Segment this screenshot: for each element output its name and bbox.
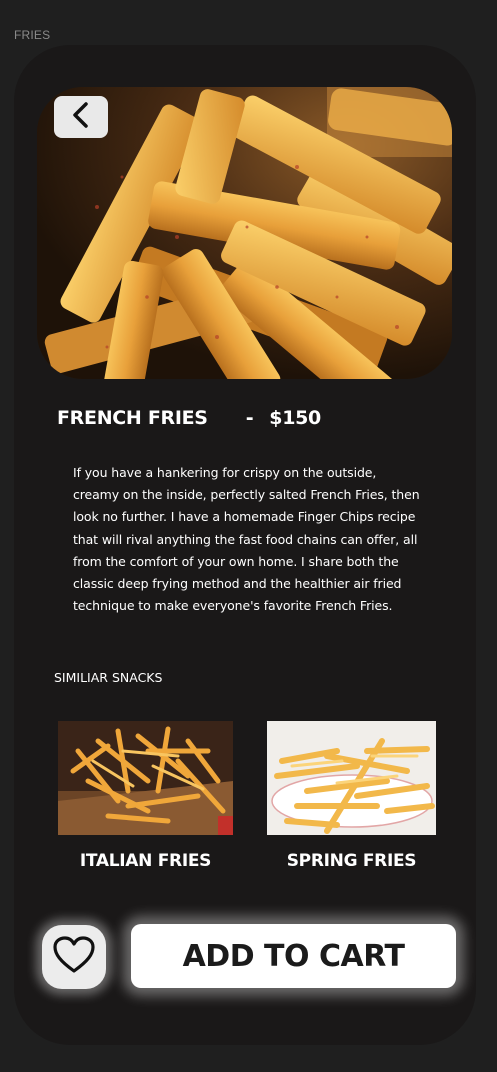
spring-fries-image <box>267 721 436 835</box>
frame-label: FRIES <box>14 28 51 42</box>
product-title-row: FRENCH FRIES - $150 <box>57 407 321 429</box>
add-to-cart-button[interactable]: ADD TO CART <box>131 924 456 988</box>
product-name: FRENCH FRIES <box>57 407 208 429</box>
back-button[interactable] <box>54 96 108 138</box>
similar-snack-card-italian-fries[interactable]: ITALIAN FRIES <box>58 721 233 871</box>
product-price: $150 <box>269 407 321 429</box>
heart-icon <box>52 935 96 979</box>
product-description: If you have a hankering for crispy on th… <box>73 465 420 614</box>
title-separator: - <box>245 407 254 429</box>
chevron-left-icon <box>71 102 91 132</box>
similar-snacks-heading: SIMILIAR SNACKS <box>54 670 163 685</box>
product-screen: FRENCH FRIES - $150 If you have a hanker… <box>14 45 476 1045</box>
favorite-button[interactable] <box>42 925 106 989</box>
similar-snack-card-spring-fries[interactable]: SPRING FRIES <box>267 721 436 871</box>
similar-snack-label: SPRING FRIES <box>286 851 417 871</box>
similar-snack-label: ITALIAN FRIES <box>79 851 212 871</box>
italian-fries-image <box>58 721 233 835</box>
